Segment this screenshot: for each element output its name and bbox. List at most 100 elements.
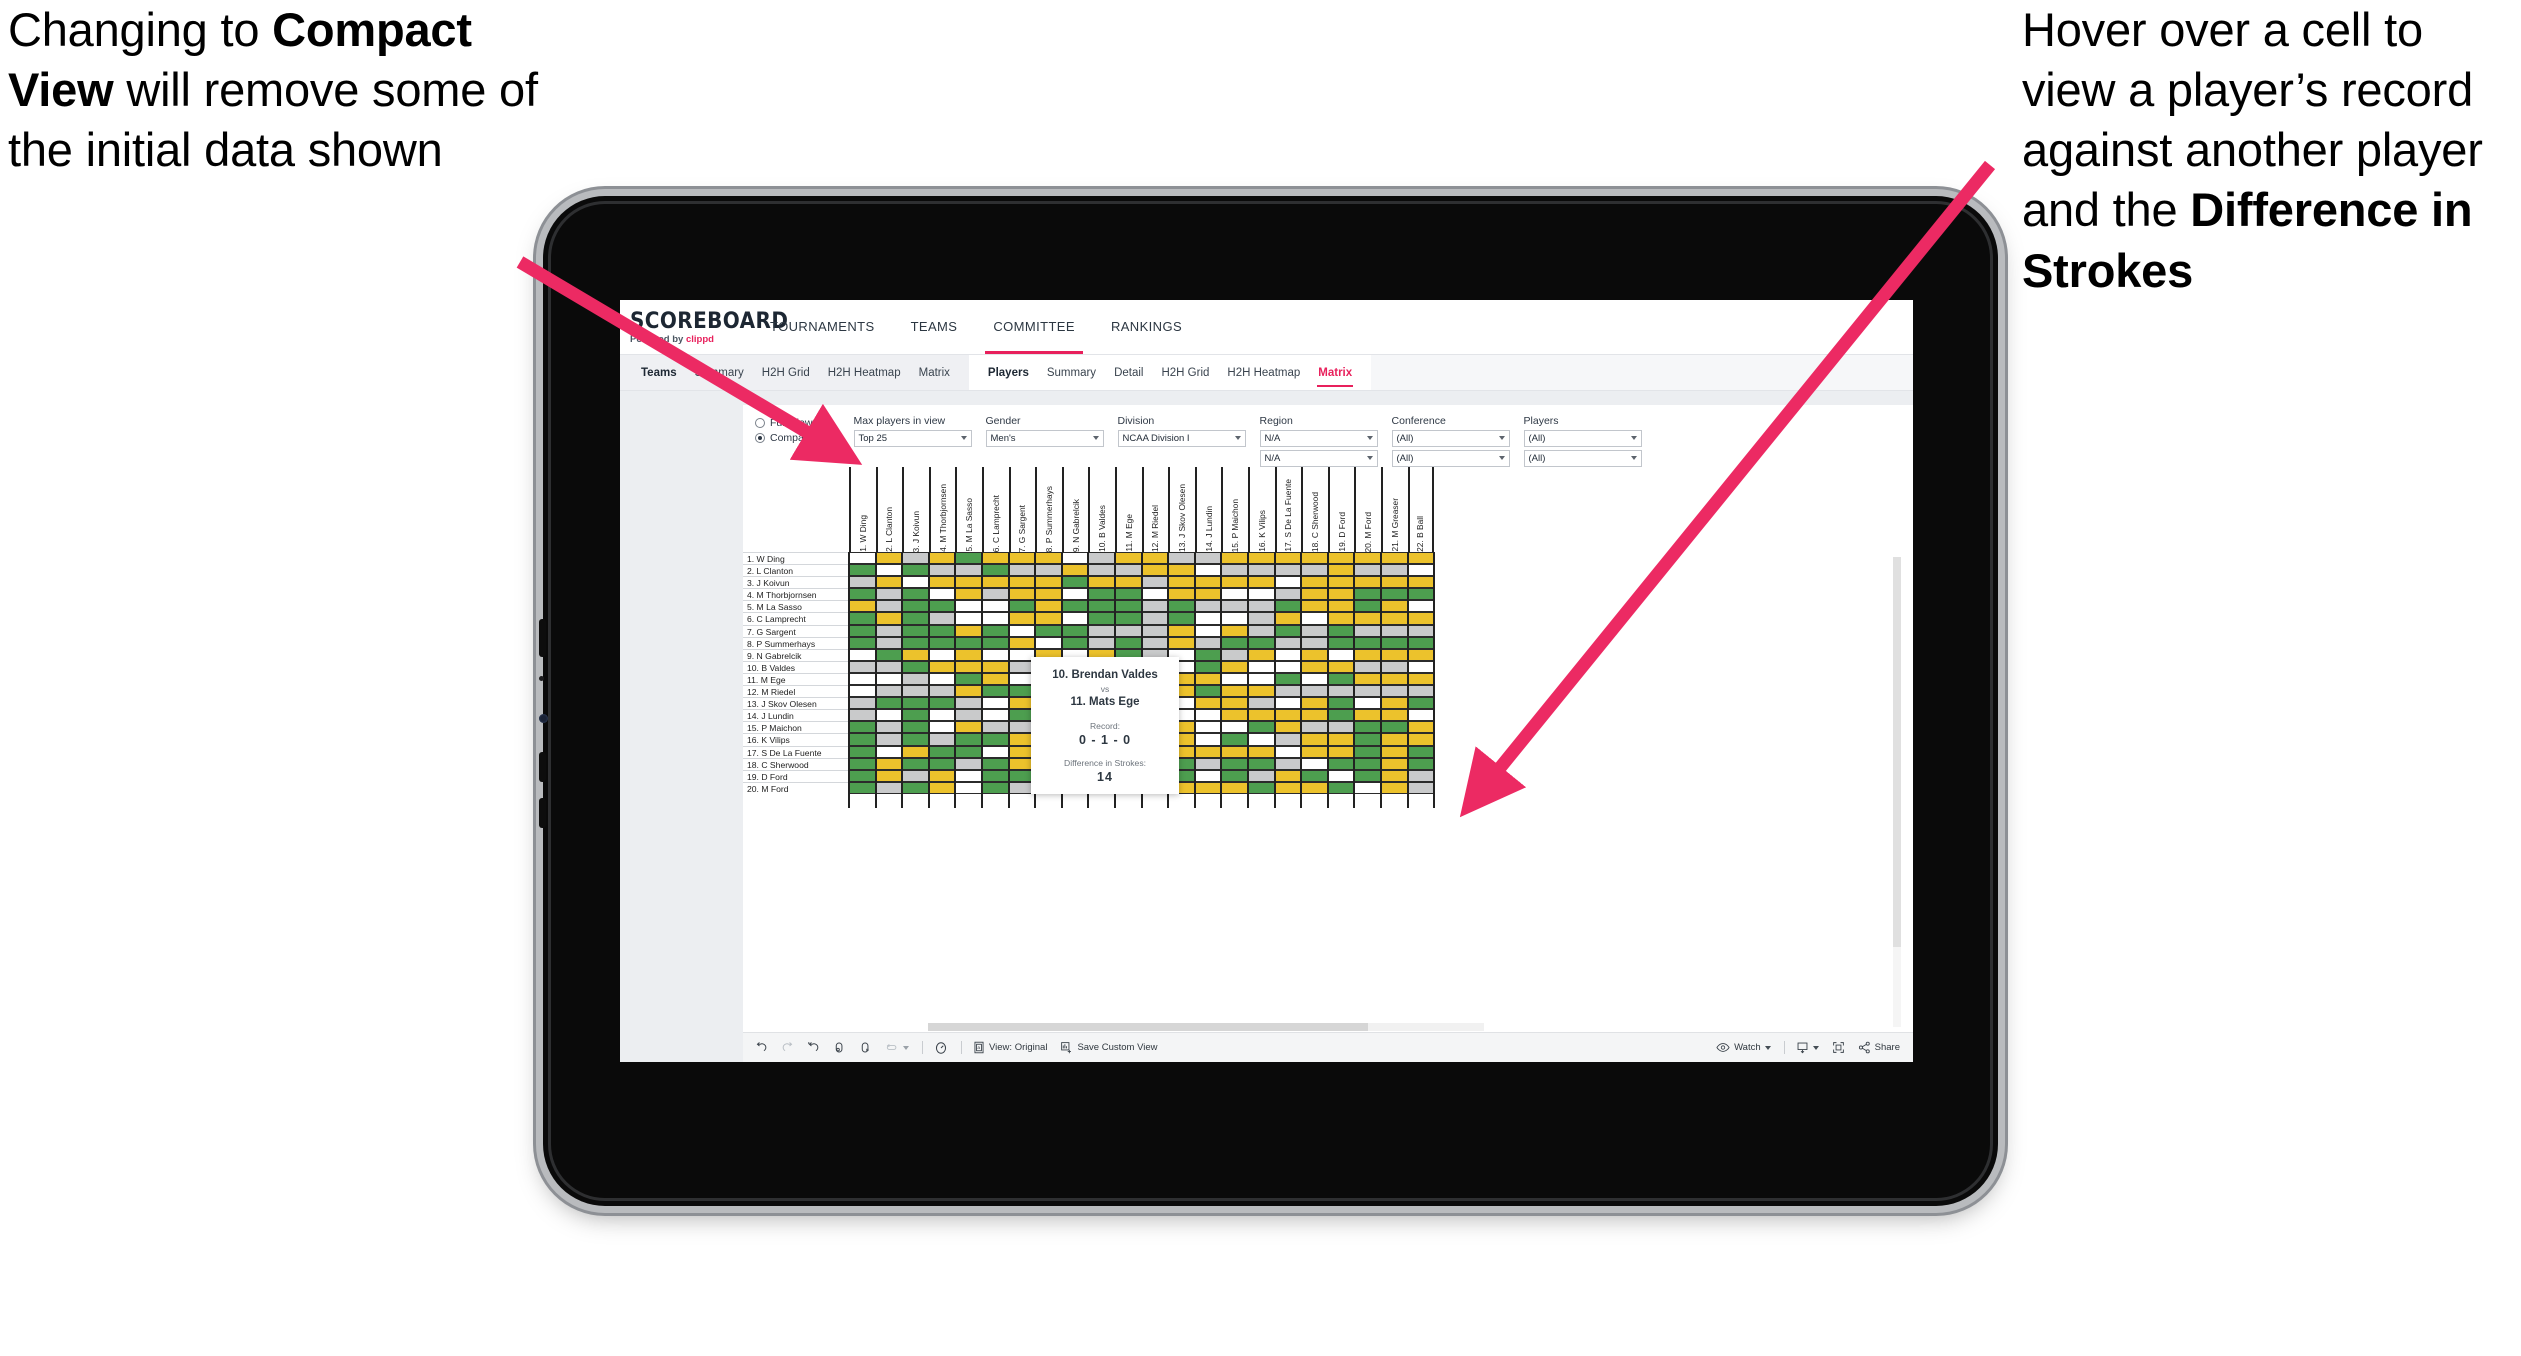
matrix-cell[interactable] [982,660,1009,673]
matrix-cell[interactable] [849,757,876,770]
matrix-cell[interactable] [955,588,982,601]
matrix-cell[interactable] [928,745,956,758]
matrix-cell[interactable] [928,660,956,673]
redo-button[interactable] [781,1041,794,1054]
matrix-cell[interactable] [1194,576,1222,589]
volume-up-button[interactable] [539,619,546,657]
matrix-cell[interactable] [875,612,903,625]
matrix-cell[interactable] [928,769,956,782]
matrix-cell[interactable] [1327,564,1355,577]
matrix-grid[interactable]: 1. W Ding 2. L Clanton 3. J Koivun 4. M Tho… [743,467,1913,1062]
pause-button[interactable] [859,1041,872,1054]
matrix-cell[interactable] [1035,552,1062,565]
matrix-cell[interactable] [1168,576,1195,589]
matrix-cell[interactable] [1301,781,1328,794]
filter-max-players-select[interactable]: Top 25 [853,430,972,447]
save-custom-view-button[interactable]: Save Custom View [1060,1041,1158,1054]
vertical-scrollbar[interactable] [1893,557,1901,1027]
matrix-cell[interactable] [928,709,956,722]
horizontal-scrollbar[interactable] [928,1023,1484,1031]
matrix-cell[interactable] [928,781,956,794]
matrix-cell[interactable] [902,709,929,722]
matrix-cell[interactable] [1115,576,1142,589]
matrix-cell[interactable] [1274,757,1302,770]
matrix-cell[interactable] [1141,576,1169,589]
matrix-cell[interactable] [982,733,1009,746]
matrix-cell[interactable] [1327,685,1355,698]
matrix-cell[interactable] [1381,697,1408,710]
matrix-cell[interactable] [849,697,876,710]
matrix-cell[interactable] [955,745,982,758]
filter-conference-select[interactable]: (All) [1391,430,1510,447]
matrix-cell[interactable] [1327,588,1355,601]
matrix-cell[interactable] [1381,564,1408,577]
matrix-cell[interactable] [928,672,956,686]
matrix-cell[interactable] [849,733,876,746]
matrix-cell[interactable] [1407,697,1435,710]
matrix-cell[interactable] [928,612,956,625]
matrix-cell[interactable] [982,636,1009,649]
matrix-cell[interactable] [849,564,876,577]
matrix-cell[interactable] [1354,636,1381,649]
volume-down-button[interactable] [539,752,546,782]
matrix-cell[interactable] [1194,564,1222,577]
matrix-cell[interactable] [1035,636,1062,649]
matrix-cell[interactable] [1194,781,1222,794]
matrix-cell[interactable] [1381,636,1408,649]
matrix-cell[interactable] [955,612,982,625]
matrix-cell[interactable] [849,648,876,661]
radio-compact-view[interactable]: Compact View [755,432,838,444]
filter-conference-select-2[interactable]: (All) [1391,450,1510,467]
filter-players-select-2[interactable]: (All) [1523,450,1642,467]
matrix-cell[interactable] [902,769,929,782]
nav-tab-committee[interactable]: COMMITTEE [975,300,1093,354]
nav-tab-teams[interactable]: TEAMS [893,300,976,354]
matrix-cell[interactable] [1407,769,1435,782]
matrix-cell[interactable] [1327,672,1355,686]
matrix-cell[interactable] [1194,721,1222,734]
matrix-cell[interactable] [902,588,929,601]
matrix-cell[interactable] [982,721,1009,734]
matrix-cell[interactable] [1088,552,1115,565]
matrix-cell[interactable] [1141,588,1169,601]
download-button[interactable] [1796,1041,1819,1054]
share-button[interactable]: Share [1858,1041,1900,1054]
matrix-cell[interactable] [1381,769,1408,782]
matrix-cell[interactable] [1301,721,1328,734]
matrix-cell[interactable] [955,648,982,661]
matrix-cell[interactable] [1168,564,1195,577]
matrix-cell[interactable] [1248,660,1275,673]
matrix-cell[interactable] [1407,588,1435,601]
matrix-cell[interactable] [1301,757,1328,770]
matrix-cell[interactable] [1221,697,1248,710]
matrix-cell[interactable] [1301,612,1328,625]
matrix-cell[interactable] [1354,721,1381,734]
matrix-cell[interactable] [1327,636,1355,649]
matrix-cell[interactable] [1221,672,1248,686]
matrix-cell[interactable] [849,745,876,758]
matrix-cell[interactable] [1381,648,1408,661]
matrix-cell[interactable] [1381,672,1408,686]
matrix-cell[interactable] [875,769,903,782]
matrix-cell[interactable] [1141,552,1169,565]
matrix-cell[interactable] [1327,612,1355,625]
matrix-cell[interactable] [1221,612,1248,625]
matrix-cell[interactable] [1274,672,1302,686]
matrix-cell[interactable] [875,576,903,589]
matrix-cell[interactable] [1141,636,1169,649]
matrix-cell[interactable] [1194,757,1222,770]
filter-region-select-2[interactable]: N/A [1259,450,1378,467]
matrix-cell[interactable] [1301,564,1328,577]
matrix-cell[interactable] [1354,697,1381,710]
matrix-cell[interactable] [1301,733,1328,746]
matrix-cell[interactable] [1061,588,1089,601]
matrix-cell[interactable] [1248,600,1275,613]
matrix-cell[interactable] [1327,769,1355,782]
matrix-cell[interactable] [1088,588,1115,601]
horizontal-scrollbar-thumb[interactable] [928,1023,1368,1031]
view-original-button[interactable]: a View: Original [973,1041,1047,1054]
matrix-cell[interactable] [1301,697,1328,710]
matrix-cell[interactable] [1301,660,1328,673]
subnav-players-detail[interactable]: Detail [1105,355,1152,391]
subnav-players-h2h-grid[interactable]: H2H Grid [1152,355,1218,391]
